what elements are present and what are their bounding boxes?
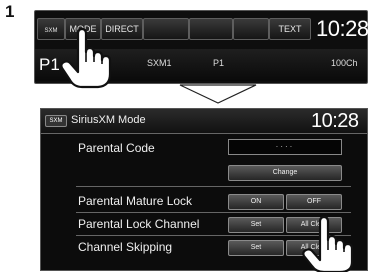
mature-lock-on-button[interactable]: ON: [228, 194, 284, 210]
toolbar-blank-button-2[interactable]: [189, 18, 233, 40]
title-bar: SXM SiriusXM Mode 10:28: [41, 109, 367, 134]
hand-pointer-icon: [60, 27, 112, 89]
sxm-logo-text: SXM: [44, 28, 58, 34]
preset-small: P1: [213, 58, 225, 68]
channel-number: 100Ch: [331, 58, 358, 68]
toolbar-blank-button-1[interactable]: [143, 18, 189, 40]
channel-name: SXM1: [147, 58, 172, 68]
hand-pointer-icon: [302, 215, 354, 272]
change-button[interactable]: Change: [228, 165, 342, 181]
clock: 10:28: [311, 110, 359, 132]
parental-code-field: ····: [228, 139, 342, 155]
lock-channel-label: Parental Lock Channel: [78, 217, 200, 231]
mature-lock-off-button[interactable]: OFF: [286, 194, 342, 210]
step-number: 1: [5, 2, 15, 21]
skipping-label: Channel Skipping: [78, 240, 173, 254]
skipping-set-button[interactable]: Set: [228, 240, 284, 256]
parental-code-label: Parental Code: [78, 141, 155, 155]
mature-lock-label: Parental Mature Lock: [78, 194, 193, 208]
preset-number: P1: [39, 55, 60, 74]
page-title: SiriusXM Mode: [71, 114, 146, 126]
sxm-logo: SXM: [45, 115, 67, 127]
toolbar-blank-button-3[interactable]: [233, 18, 269, 40]
text-button[interactable]: TEXT: [269, 18, 311, 40]
down-arrow-icon: [179, 84, 257, 104]
divider: [76, 186, 351, 187]
lock-channel-set-button[interactable]: Set: [228, 217, 284, 233]
divider: [76, 212, 351, 213]
clock: 10:28: [316, 16, 369, 41]
